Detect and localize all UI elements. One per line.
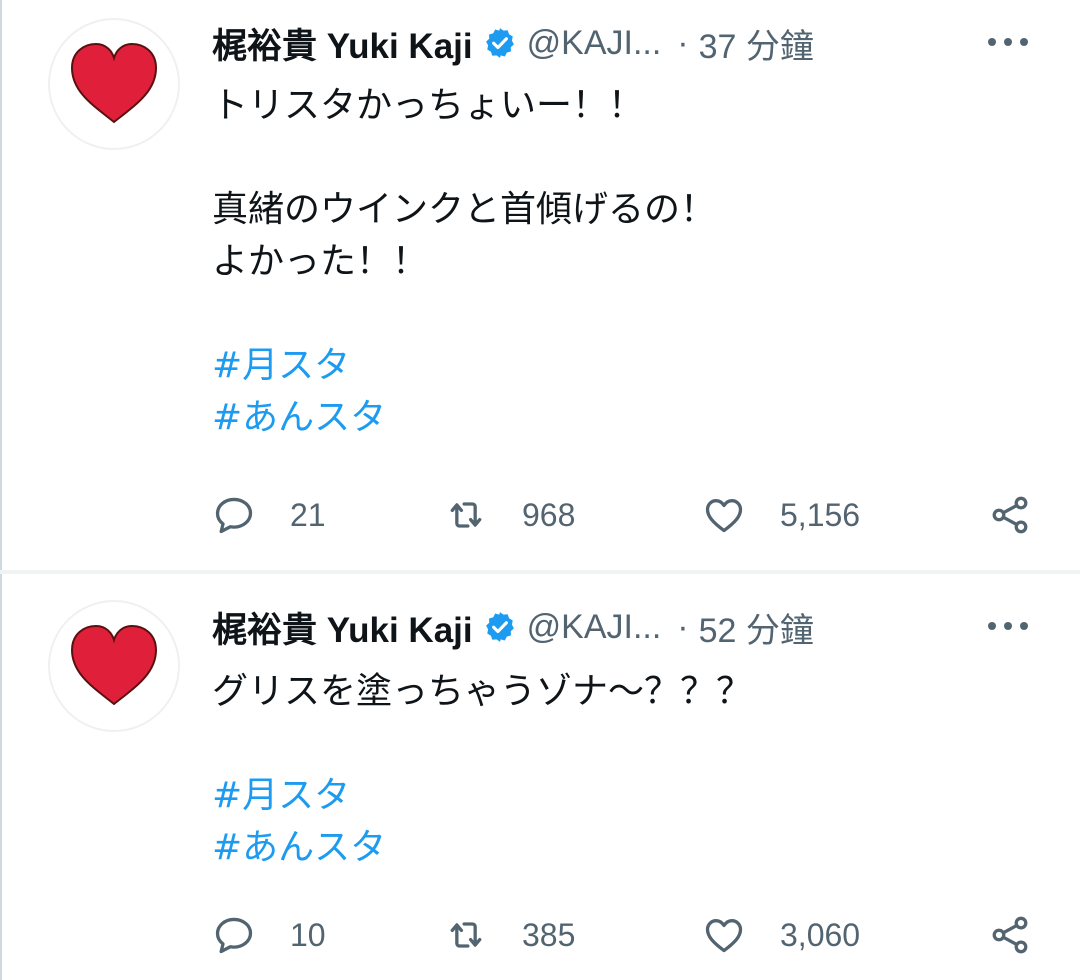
reply-icon: [215, 497, 253, 534]
separator-dot: ·: [677, 23, 689, 62]
reply-button[interactable]: 10: [212, 913, 326, 957]
reply-button[interactable]: 21: [212, 493, 326, 537]
like-count: 5,156: [780, 496, 861, 533]
timestamp[interactable]: 37 分鐘: [699, 19, 814, 68]
text-line: [212, 132, 1012, 184]
separator-dot: ·: [677, 607, 689, 646]
text-line: 真緒のウインクと首傾げるの！: [212, 189, 717, 230]
tweet[interactable]: 梶裕貴 Yuki Kaji @KAJI... · 52 分鐘 グリスを塗っちゃう…: [0, 574, 1080, 980]
reply-icon: [215, 917, 253, 954]
handle[interactable]: @KAJI...: [527, 24, 662, 63]
retweet-count: 385: [522, 916, 576, 953]
text-line: トリスタかっちょいー！！: [212, 85, 645, 126]
like-count: 3,060: [780, 916, 861, 953]
like-icon: [705, 919, 743, 953]
avatar[interactable]: [48, 18, 180, 150]
tweet-header: 梶裕貴 Yuki Kaji @KAJI... · 52 分鐘: [212, 602, 1040, 652]
retweet-icon: [450, 502, 482, 528]
text-line: グリスを塗っちゃうゾナ〜？？？: [212, 671, 753, 712]
share-button[interactable]: [988, 493, 1032, 537]
tweet-header: 梶裕貴 Yuki Kaji @KAJI... · 37 分鐘: [212, 18, 1040, 68]
tweet-actions: 21 968 5,156: [212, 490, 1040, 540]
hashtag-link[interactable]: #あんスタ: [212, 822, 1012, 874]
like-icon: [705, 499, 743, 533]
retweet-button[interactable]: 968: [444, 493, 575, 537]
handle[interactable]: @KAJI...: [527, 608, 662, 647]
reply-count: 10: [290, 916, 326, 953]
display-name[interactable]: 梶裕貴 Yuki Kaji: [212, 602, 473, 653]
text-line: [212, 718, 1012, 770]
more-icon[interactable]: [988, 24, 1028, 60]
heart-avatar-icon: [70, 42, 158, 124]
tweet-text: トリスタかっちょいー！！ 真緒のウインクと首傾げるの！ よかった！！ #月スタ …: [212, 80, 1012, 444]
hashtag-link[interactable]: #月スタ: [212, 770, 1012, 822]
text-line: [212, 288, 1012, 340]
like-button[interactable]: 3,060: [702, 913, 860, 957]
share-icon: [992, 916, 1028, 954]
tweet-actions: 10 385 3,060: [212, 910, 1040, 960]
share-button[interactable]: [988, 913, 1032, 957]
more-icon[interactable]: [988, 608, 1028, 644]
share-icon: [992, 496, 1028, 534]
tweet[interactable]: 梶裕貴 Yuki Kaji @KAJI... · 37 分鐘 トリスタかっちょい…: [0, 0, 1080, 570]
retweet-count: 968: [522, 496, 576, 533]
retweet-icon: [450, 922, 482, 948]
heart-avatar-icon: [70, 624, 158, 706]
hashtag-link[interactable]: #あんスタ: [212, 392, 1012, 444]
timestamp[interactable]: 52 分鐘: [699, 603, 814, 652]
display-name[interactable]: 梶裕貴 Yuki Kaji: [212, 18, 473, 69]
avatar[interactable]: [48, 600, 180, 732]
verified-badge-icon: [485, 612, 514, 642]
hashtag-link[interactable]: #月スタ: [212, 340, 1012, 392]
verified-badge-icon: [485, 28, 514, 58]
text-line: よかった！！: [212, 241, 429, 282]
retweet-button[interactable]: 385: [444, 913, 575, 957]
reply-count: 21: [290, 496, 326, 533]
tweet-text: グリスを塗っちゃうゾナ〜？？？ #月スタ #あんスタ: [212, 666, 1012, 874]
like-button[interactable]: 5,156: [702, 493, 860, 537]
